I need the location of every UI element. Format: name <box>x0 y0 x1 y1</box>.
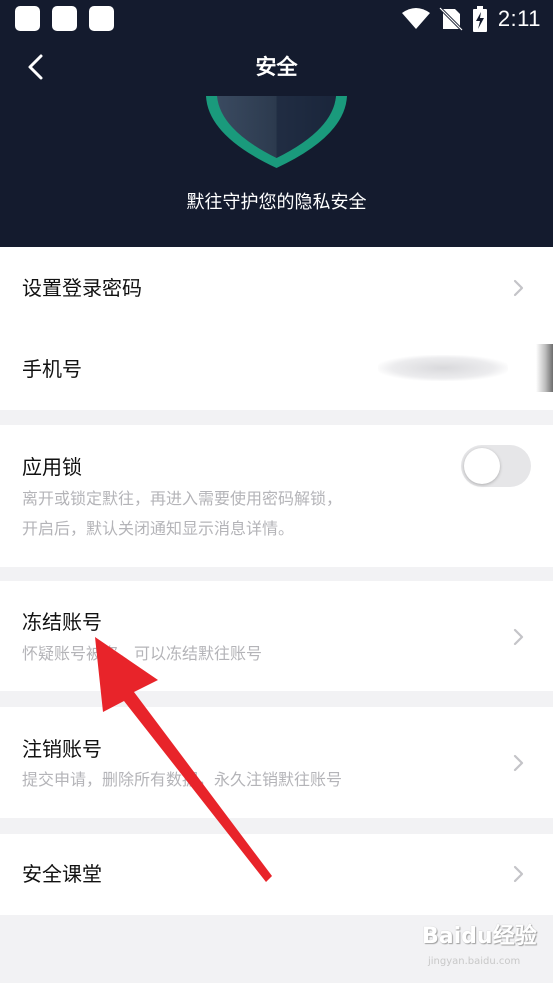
chevron-right-icon <box>513 628 524 646</box>
chevron-right-icon <box>513 754 524 772</box>
freeze-account-label: 冻结账号 <box>22 610 102 634</box>
app-lock-description-line2: 开启后，默认关闭通知显示消息详情。 <box>22 519 295 538</box>
login-password-label: 设置登录密码 <box>22 276 142 300</box>
notification-icon <box>89 6 114 31</box>
chevron-right-icon <box>513 279 524 297</box>
phone-number-blurred <box>378 355 508 381</box>
login-password-row[interactable]: 设置登录密码 <box>0 247 553 329</box>
app-lock-toggle[interactable] <box>461 445 531 487</box>
freeze-account-row[interactable]: 冻结账号 怀疑账号被盗，可以冻结默往账号 <box>0 581 553 691</box>
account-card: 设置登录密码 手机号 <box>0 247 553 410</box>
app-lock-card: 应用锁 离开或锁定默往，再进入需要使用密码解锁， 开启后，默认关闭通知显示消息详… <box>0 425 553 567</box>
watermark-logo-text: Baidu经验 <box>422 924 537 949</box>
cancel-account-description: 提交申请，删除所有数据，永久注销默往账号 <box>22 770 343 789</box>
shield-icon <box>206 96 347 168</box>
no-sim-icon <box>438 7 463 31</box>
status-icons: 2:11 <box>401 6 541 32</box>
cancel-account-card: 注销账号 提交申请，删除所有数据，永久注销默往账号 <box>0 707 553 818</box>
page-title: 安全 <box>255 55 298 79</box>
cancel-account-label: 注销账号 <box>22 737 102 761</box>
chevron-right-icon <box>513 865 524 883</box>
cancel-account-row[interactable]: 注销账号 提交申请，删除所有数据，永久注销默往账号 <box>0 707 553 818</box>
status-bar: 2:11 <box>0 0 553 38</box>
header-subtitle: 默往守护您的隐私安全 <box>186 192 367 213</box>
security-header: 2:11 安全 默往守护您的隐私安全 <box>0 0 553 247</box>
freeze-account-description: 怀疑账号被盗，可以冻结默往账号 <box>22 644 263 663</box>
security-class-label: 安全课堂 <box>22 862 102 886</box>
toggle-knob <box>464 448 500 484</box>
app-lock-label: 应用锁 <box>22 455 82 479</box>
screen-edge-shadow <box>536 344 553 392</box>
watermark-url: jingyan.baidu.com <box>428 956 521 967</box>
notification-icon <box>52 6 77 31</box>
status-time: 2:11 <box>497 6 541 31</box>
security-class-row[interactable]: 安全课堂 <box>0 834 553 915</box>
notification-icon <box>15 6 40 31</box>
watermark: Baidu经验 jingyan.baidu.com <box>422 918 547 976</box>
battery-charging-icon <box>472 6 487 32</box>
app-lock-description-line1: 离开或锁定默往，再进入需要使用密码解锁， <box>22 489 343 508</box>
phone-label: 手机号 <box>22 357 82 381</box>
security-class-card: 安全课堂 <box>0 834 553 915</box>
wifi-icon <box>401 8 430 29</box>
freeze-account-card: 冻结账号 怀疑账号被盗，可以冻结默往账号 <box>0 581 553 691</box>
